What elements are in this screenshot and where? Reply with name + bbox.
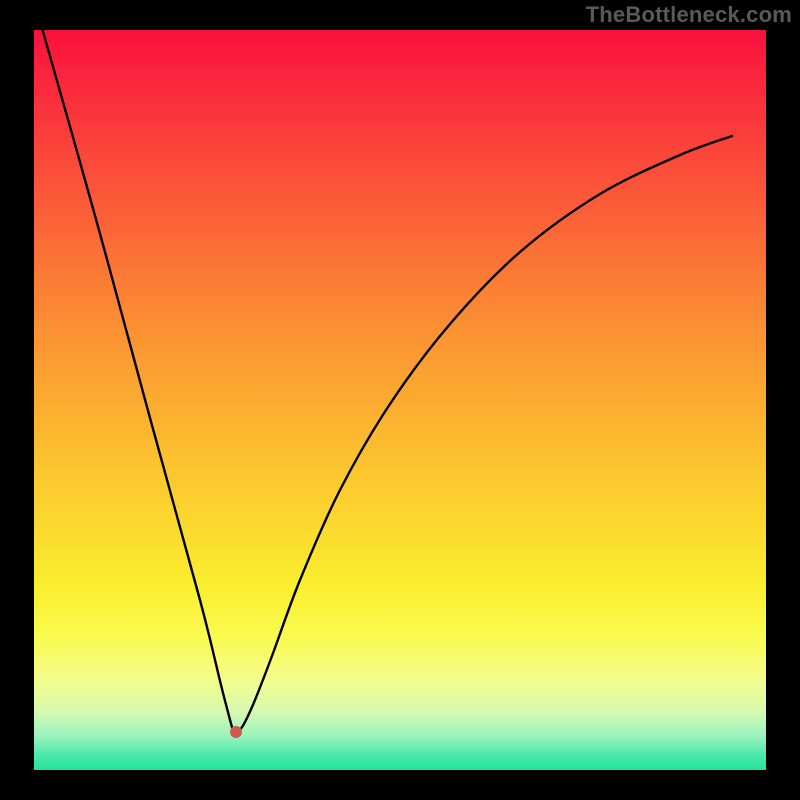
minimum-dot xyxy=(230,726,242,738)
plot-area xyxy=(34,30,766,770)
chart-frame: TheBottleneck.com xyxy=(0,0,800,800)
watermark-text: TheBottleneck.com xyxy=(586,2,792,28)
bottleneck-curve xyxy=(34,30,766,770)
